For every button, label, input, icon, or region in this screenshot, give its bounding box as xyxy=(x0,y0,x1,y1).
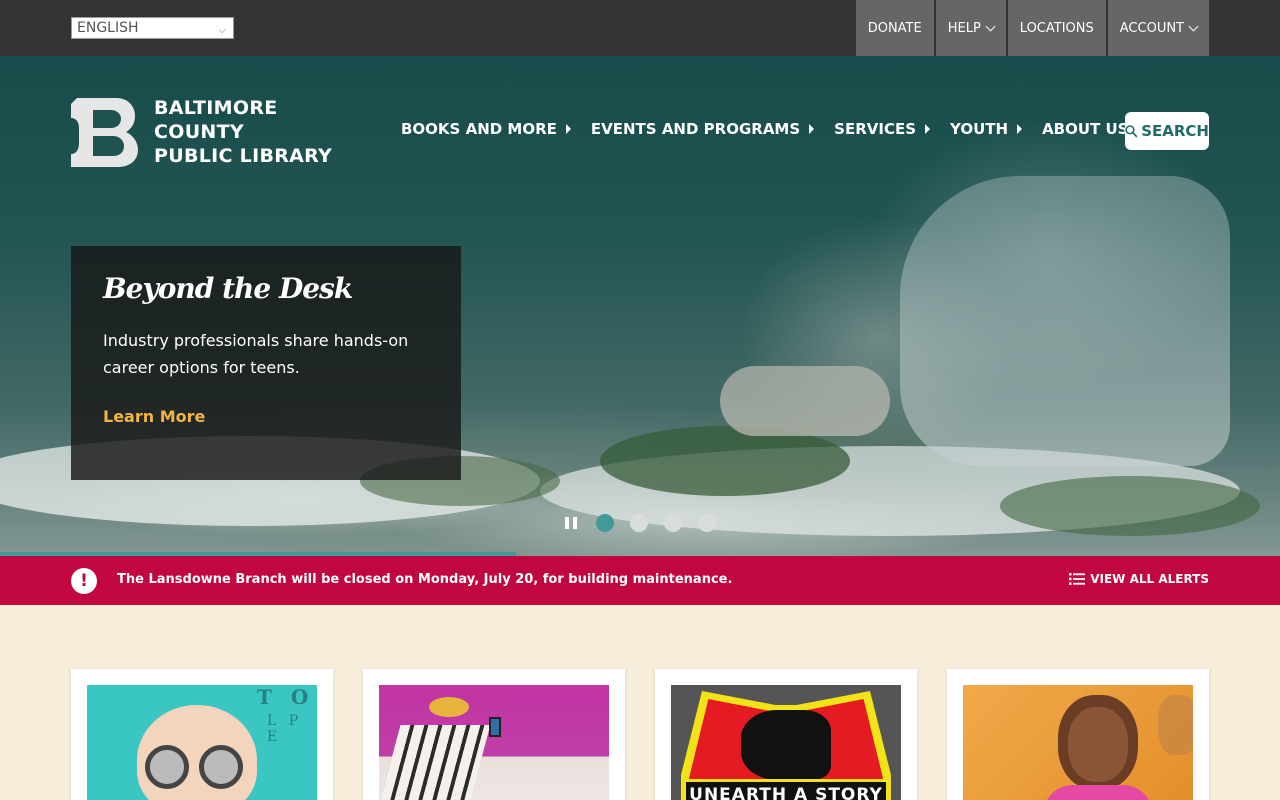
hero-description: Industry professionals share hands-on ca… xyxy=(103,331,409,377)
nav-label: EVENTS AND PROGRAMS xyxy=(590,120,801,138)
list-icon xyxy=(1069,573,1086,585)
caret-right-icon xyxy=(1017,124,1023,134)
account-menu[interactable]: ACCOUNT xyxy=(1107,0,1209,56)
nav-label: SERVICES xyxy=(834,120,917,138)
carousel-controls xyxy=(565,514,732,532)
caret-right-icon xyxy=(565,124,571,134)
search-label: SEARCH xyxy=(1141,122,1209,140)
pause-icon[interactable] xyxy=(565,517,577,529)
utility-bar: ENGLISH ⌵ DONATE HELP LOCATIONS ACCOUNT xyxy=(0,0,1280,56)
card-image-unearth-a-story: UNEARTH A STORY xyxy=(671,685,901,800)
locations-label: LOCATIONS xyxy=(1019,20,1094,36)
search-icon xyxy=(1125,125,1138,138)
donate-link[interactable]: DONATE xyxy=(855,0,934,56)
feature-card-2[interactable] xyxy=(363,669,625,800)
carousel-dot-4[interactable] xyxy=(698,514,716,532)
unearth-a-story-caption: UNEARTH A STORY xyxy=(689,785,883,800)
account-label: ACCOUNT xyxy=(1119,20,1184,36)
chevron-down-icon: ⌵ xyxy=(218,25,226,36)
utility-nav: DONATE HELP LOCATIONS ACCOUNT xyxy=(854,0,1209,56)
language-select[interactable]: ENGLISH ⌵ xyxy=(71,17,234,39)
main-nav: BOOKS AND MORE EVENTS AND PROGRAMS SERVI… xyxy=(401,120,1162,138)
nav-books-and-more[interactable]: BOOKS AND MORE xyxy=(401,120,571,138)
nav-services[interactable]: SERVICES xyxy=(834,120,931,138)
caret-right-icon xyxy=(809,124,815,134)
feature-card-3[interactable]: UNEARTH A STORY xyxy=(655,669,917,800)
feature-card-1[interactable]: T O L P E xyxy=(71,669,333,800)
library-logo[interactable]: BALTIMORE COUNTY PUBLIC LIBRARY xyxy=(71,97,361,167)
alert-message: The Lansdowne Branch will be closed on M… xyxy=(117,572,733,587)
view-all-alerts-label: VIEW ALL ALERTS xyxy=(1090,572,1209,586)
chevron-down-icon xyxy=(1188,21,1199,31)
hero-title: Beyond the Desk xyxy=(103,272,353,305)
hero-carousel: BALTIMORE COUNTY PUBLIC LIBRARY BOOKS AN… xyxy=(0,56,1280,556)
language-select-value: ENGLISH xyxy=(77,20,139,36)
learn-more-link[interactable]: Learn More xyxy=(103,407,429,426)
help-menu[interactable]: HELP xyxy=(935,0,1006,56)
feature-card-4[interactable] xyxy=(947,669,1209,800)
nav-label: YOUTH xyxy=(950,120,1009,138)
chevron-down-icon xyxy=(985,21,996,31)
card-image-student xyxy=(963,685,1193,800)
nav-youth[interactable]: YOUTH xyxy=(950,120,1023,138)
logo-line-1: BALTIMORE COUNTY xyxy=(154,97,278,143)
card-image-eye-exam: T O L P E xyxy=(87,685,317,800)
hero-promo-panel: Beyond the Desk Industry professionals s… xyxy=(71,246,461,480)
carousel-dot-3[interactable] xyxy=(664,514,682,532)
carousel-dot-1[interactable] xyxy=(596,514,614,532)
nav-events-and-programs[interactable]: EVENTS AND PROGRAMS xyxy=(590,120,815,138)
caret-right-icon xyxy=(925,124,931,134)
card-image-beach-reading xyxy=(379,685,609,800)
logo-line-2: PUBLIC LIBRARY xyxy=(154,145,333,167)
help-label: HELP xyxy=(947,20,981,36)
library-b-logo-icon xyxy=(71,97,138,167)
search-button[interactable]: SEARCH xyxy=(1125,112,1209,150)
nav-label: BOOKS AND MORE xyxy=(401,120,557,138)
alert-bar: ! The Lansdowne Branch will be closed on… xyxy=(0,556,1280,605)
locations-link[interactable]: LOCATIONS xyxy=(1007,0,1106,56)
logo-text: BALTIMORE COUNTY PUBLIC LIBRARY xyxy=(154,96,361,168)
donate-label: DONATE xyxy=(867,20,922,36)
nav-label: ABOUT US xyxy=(1042,120,1129,138)
view-all-alerts-link[interactable]: VIEW ALL ALERTS xyxy=(1069,572,1209,586)
carousel-dot-2[interactable] xyxy=(630,514,648,532)
exclamation-icon: ! xyxy=(71,568,97,594)
